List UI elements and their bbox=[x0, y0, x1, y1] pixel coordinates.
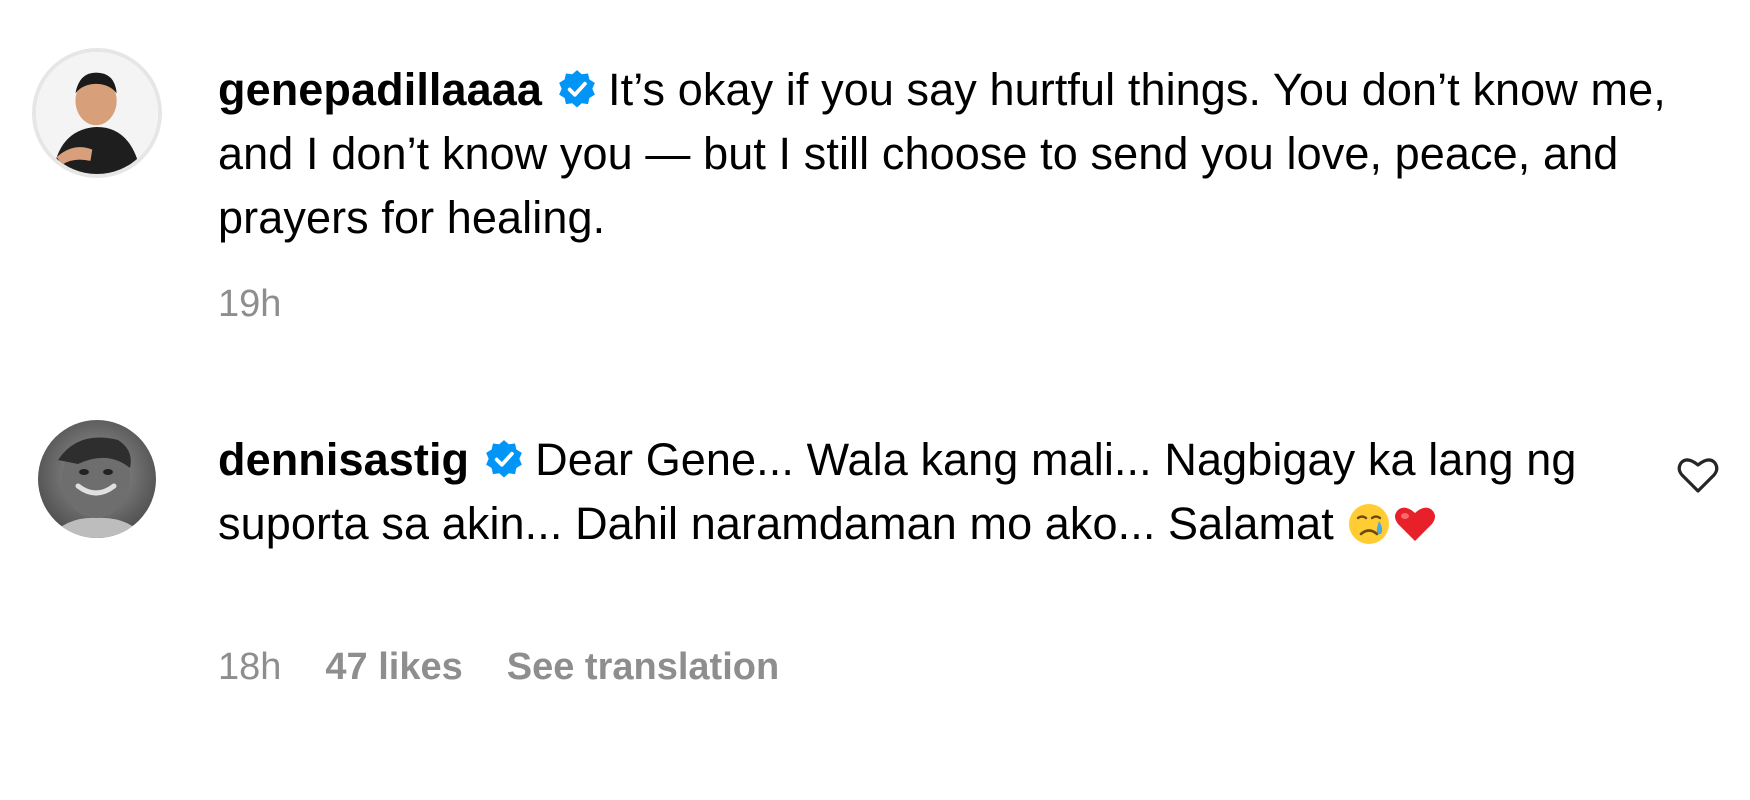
comment-meta: 19h bbox=[218, 283, 325, 326]
comment-body: dennisastig Dear Gene... Wala kang mali..… bbox=[218, 428, 1638, 556]
avatar-photo bbox=[38, 420, 156, 538]
comment-time: 18h bbox=[218, 646, 282, 688]
verified-badge-icon bbox=[556, 68, 598, 110]
comment-meta: 18h 47 likes See translation bbox=[218, 646, 823, 689]
red-heart-emoji bbox=[1392, 501, 1438, 547]
username[interactable]: genepadillaaaa bbox=[218, 64, 542, 115]
see-translation-button[interactable]: See translation bbox=[507, 646, 779, 688]
username[interactable]: dennisastig bbox=[218, 434, 469, 485]
avatar-photo bbox=[36, 52, 158, 174]
avatar[interactable] bbox=[32, 48, 162, 178]
avatar[interactable] bbox=[38, 420, 156, 538]
comment-time: 19h bbox=[218, 283, 282, 325]
comment-body: genepadillaaaa It’s okay if you say hurtf… bbox=[218, 58, 1668, 250]
crying-face-emoji bbox=[1346, 501, 1392, 547]
verified-badge-icon bbox=[483, 438, 525, 480]
like-heart-icon[interactable] bbox=[1676, 454, 1720, 494]
likes-count[interactable]: 47 likes bbox=[325, 646, 462, 688]
